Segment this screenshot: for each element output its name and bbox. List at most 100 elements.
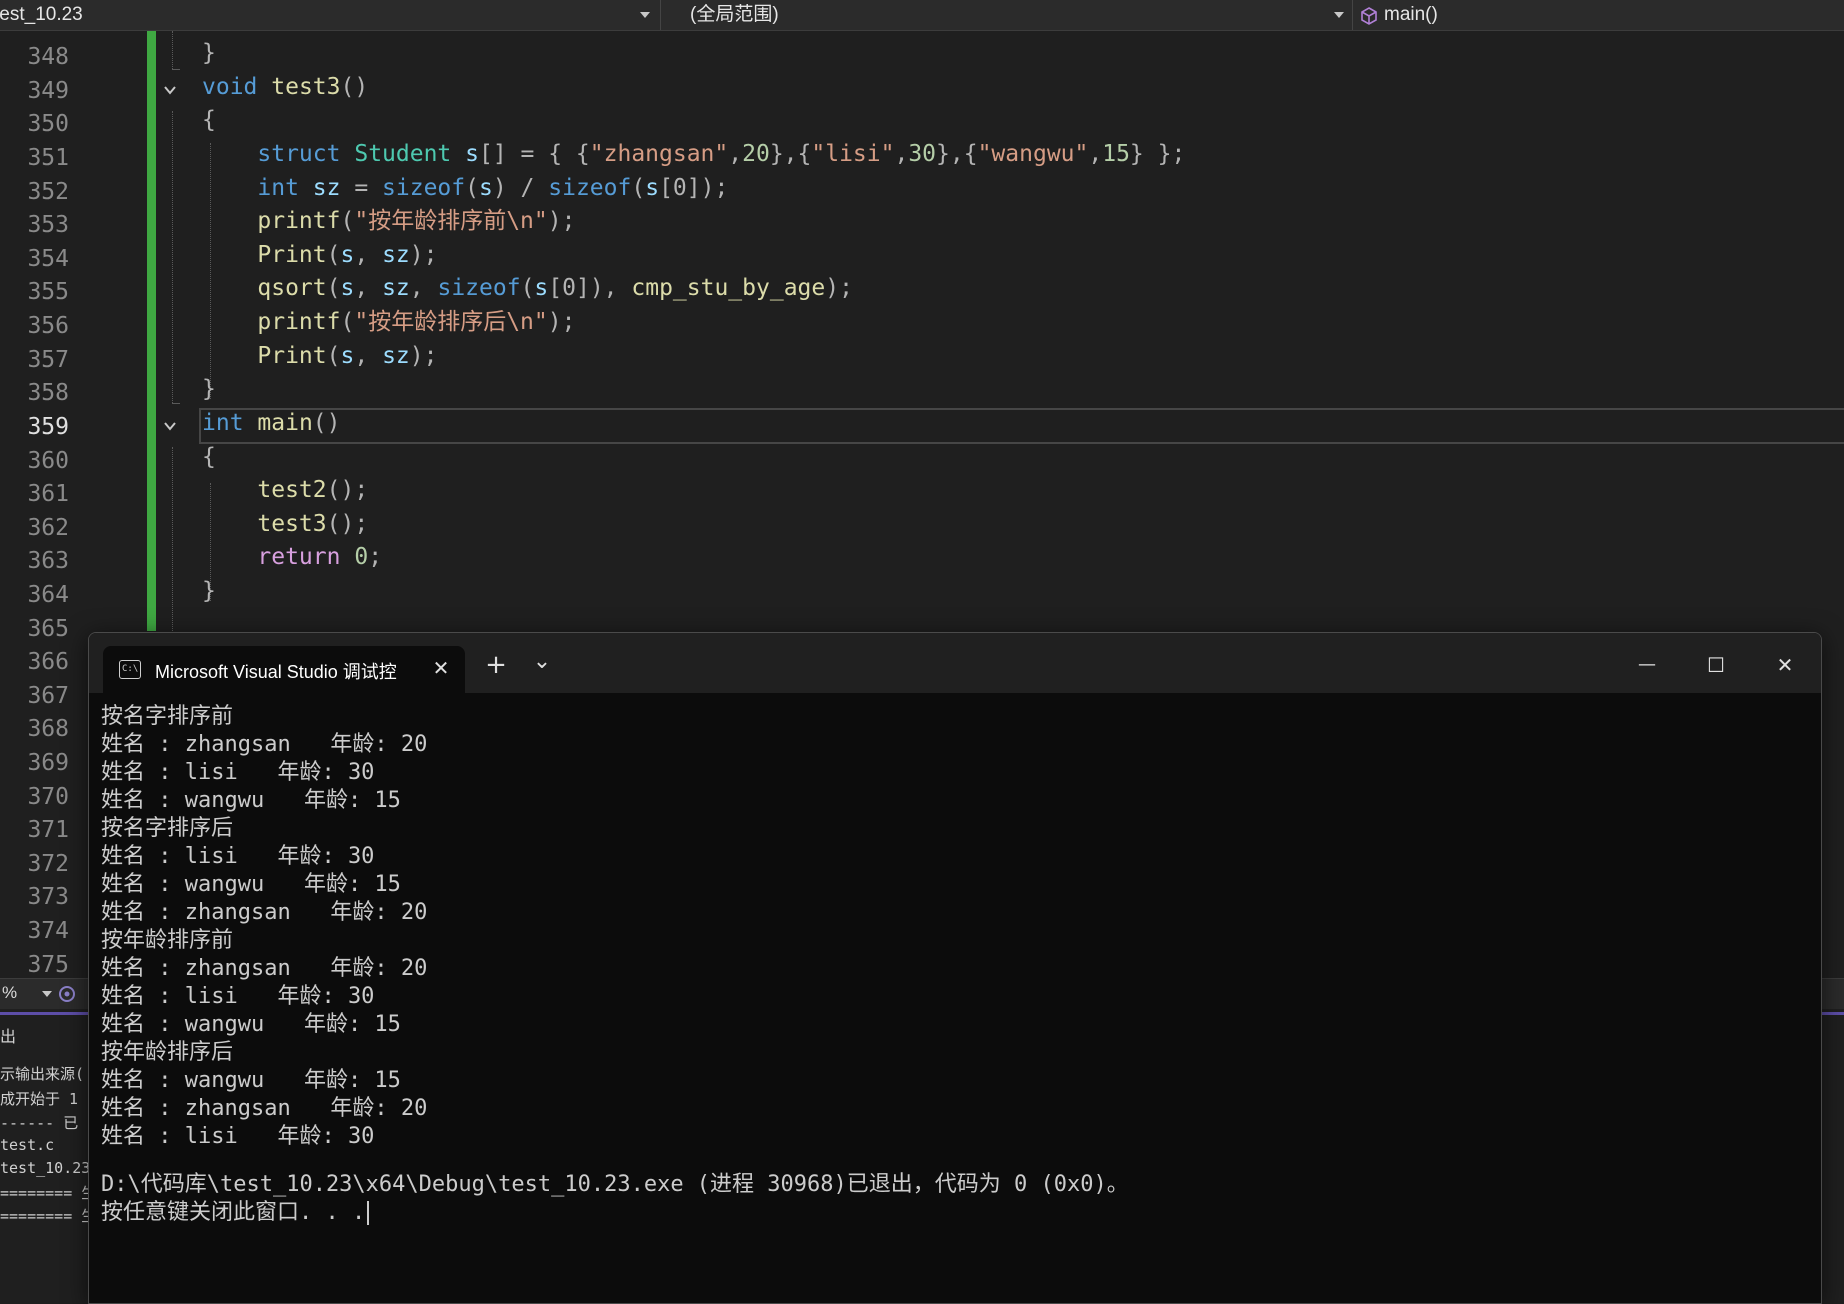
terminal-prompt-line: 按任意键关闭此窗口. . . — [101, 1199, 1821, 1227]
punctuation: ( — [326, 343, 341, 369]
debug-console-window[interactable]: C:\ Microsoft Visual Studio 调试控 ✕ + ⌄ — … — [88, 632, 1822, 1304]
nav-divider — [660, 0, 661, 30]
intellicode-icon[interactable] — [58, 985, 76, 1003]
brace: } — [202, 578, 216, 604]
punctuation: } }; — [1129, 141, 1186, 167]
code-line: { — [202, 103, 216, 137]
variable: sz — [382, 275, 410, 301]
code-line: Print(s, sz); — [202, 339, 437, 373]
scope-dropdown[interactable]: (全局范围) — [690, 0, 1320, 30]
terminal-line: 姓名 : zhangsan 年龄: 20 — [101, 732, 428, 757]
line-number: 348 — [27, 44, 69, 70]
terminal-line: D:\代码库\test_10.23\x64\Debug\test_10.23.e… — [101, 1172, 1129, 1197]
punctuation: [] = { { — [479, 141, 590, 167]
keyword: return — [257, 544, 341, 570]
terminal-line: 姓名 : zhangsan 年龄: 20 — [101, 1096, 428, 1121]
terminal-line: 姓名 : wangwu 年龄: 15 — [101, 872, 401, 897]
output-line: test_10.23 — [0, 1159, 91, 1177]
function-name: qsort — [257, 275, 327, 301]
project-dropdown-label: test_10.23 — [0, 4, 83, 25]
code-line: Print(s, sz); — [202, 238, 437, 272]
member-dropdown[interactable]: main() — [1360, 0, 1840, 30]
chevron-down-icon[interactable] — [42, 991, 52, 997]
zoom-level[interactable]: % — [2, 983, 17, 1003]
function-name: printf — [257, 309, 341, 335]
code-line: } — [202, 574, 216, 608]
line-number: 367 — [27, 683, 69, 709]
minimize-button[interactable]: — — [1627, 647, 1667, 683]
terminal-line: 姓名 : zhangsan 年龄: 20 — [101, 900, 428, 925]
string-literal: "lisi" — [811, 141, 895, 167]
tab-dropdown-button[interactable]: ⌄ — [522, 647, 562, 683]
scope-guide — [172, 447, 173, 639]
brace: { — [202, 444, 216, 470]
terminal-line: 姓名 : wangwu 年龄: 15 — [101, 1012, 401, 1037]
variable: sz — [312, 175, 341, 201]
line-number-gutter: 348 349 350 351 352 353 354 355 356 357 … — [0, 31, 75, 988]
punctuation: () — [340, 74, 369, 100]
line-number: 361 — [27, 481, 69, 507]
code-line: } — [202, 36, 216, 70]
variable: s — [534, 275, 549, 301]
punctuation: },{ — [769, 141, 812, 167]
line-number: 356 — [27, 313, 69, 339]
fold-chevron-icon[interactable] — [163, 419, 177, 433]
string-literal: "zhangsan" — [589, 141, 729, 167]
scope-dropdown-label: (全局范围) — [690, 4, 779, 25]
code-line: } — [202, 372, 216, 406]
member-dropdown-label: main() — [1384, 4, 1438, 25]
project-dropdown[interactable]: test_10.23 — [0, 0, 624, 30]
line-number: 362 — [27, 515, 69, 541]
punctuation: },{ — [936, 141, 978, 167]
line-number-current: 359 — [27, 414, 69, 440]
fold-chevron-icon[interactable] — [163, 83, 177, 97]
line-number: 352 — [27, 179, 69, 205]
variable: s — [340, 275, 355, 301]
keyword: int — [257, 175, 299, 201]
line-number: 369 — [27, 750, 69, 776]
terminal-titlebar[interactable]: C:\ Microsoft Visual Studio 调试控 ✕ + ⌄ — … — [89, 633, 1821, 693]
close-tab-button[interactable]: ✕ — [427, 654, 455, 682]
line-number: 365 — [27, 616, 69, 642]
function-name: test3 — [271, 74, 341, 100]
function-name: main — [257, 410, 313, 436]
terminal-tab-title: Microsoft Visual Studio 调试控 — [155, 662, 397, 682]
variable: s — [479, 175, 493, 201]
punctuation: [0]), — [548, 275, 632, 301]
brace: } — [202, 376, 216, 402]
change-tracking-bar — [147, 31, 156, 631]
keyword: sizeof — [382, 175, 466, 201]
line-number: 358 — [27, 380, 69, 406]
scope-guide — [172, 31, 173, 69]
code-line: { — [202, 440, 216, 474]
terminal-line: 姓名 : wangwu 年龄: 15 — [101, 1068, 401, 1093]
close-window-button[interactable]: ✕ — [1765, 647, 1805, 683]
terminal-output[interactable]: 按名字排序前 姓名 : zhangsan 年龄: 20 姓名 : lisi 年龄… — [101, 703, 1821, 1227]
variable: sz — [382, 242, 410, 268]
terminal-tab[interactable]: C:\ Microsoft Visual Studio 调试控 ✕ — [103, 646, 465, 693]
new-tab-button[interactable]: + — [476, 647, 516, 683]
punctuation: ( — [340, 208, 355, 234]
console-icon: C:\ — [119, 660, 141, 679]
scope-guide — [172, 111, 173, 403]
punctuation: ); — [825, 275, 853, 301]
line-number: 350 — [27, 111, 69, 137]
punctuation: ( — [326, 275, 341, 301]
number-literal: 30 — [908, 141, 937, 167]
string-literal: "按年龄排序后\n" — [354, 309, 548, 335]
maximize-button[interactable]: ☐ — [1696, 647, 1736, 683]
output-line: 成开始于 1 — [0, 1090, 79, 1108]
variable: s — [340, 242, 355, 268]
output-line: test.c — [0, 1136, 55, 1154]
punctuation: = — [340, 175, 383, 201]
code-line: qsort(s, sz, sizeof(s[0]), cmp_stu_by_ag… — [202, 271, 853, 305]
brace: } — [202, 40, 216, 66]
punctuation: ; — [368, 544, 383, 570]
punctuation: , — [728, 141, 743, 167]
number-literal: 20 — [742, 141, 770, 167]
string-literal: "wangwu" — [977, 141, 1089, 167]
function-name: test3 — [257, 511, 327, 537]
chevron-down-icon[interactable] — [1334, 12, 1344, 18]
number-literal: 15 — [1102, 141, 1130, 167]
chevron-down-icon[interactable] — [640, 12, 650, 18]
